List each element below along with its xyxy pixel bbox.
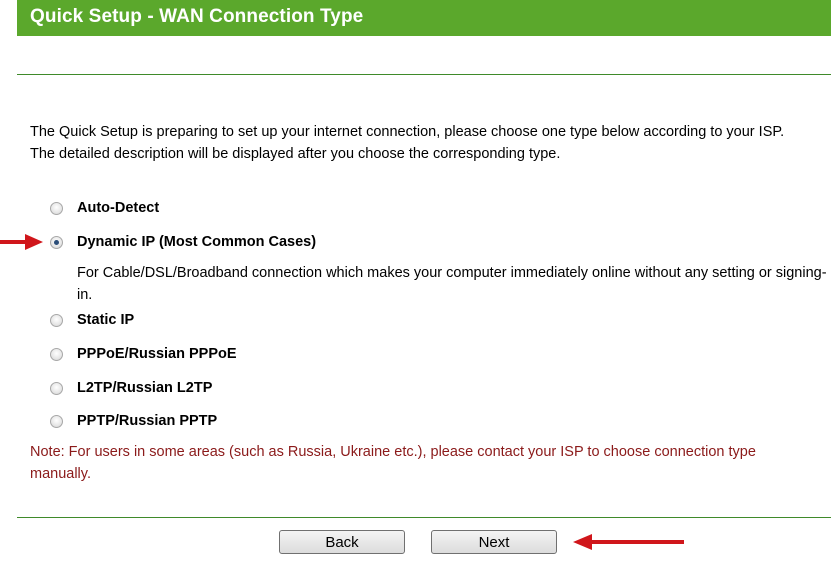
radio-dynamic-ip[interactable] — [50, 235, 63, 249]
option-label: L2TP/Russian L2TP — [77, 380, 213, 396]
next-button[interactable]: Next — [431, 530, 557, 554]
option-l2tp[interactable]: L2TP/Russian L2TP — [50, 378, 212, 398]
option-dynamic-ip[interactable]: Dynamic IP (Most Common Cases) — [50, 232, 316, 252]
red-arrow-icon — [0, 234, 43, 250]
radio-pppoe[interactable] — [50, 347, 63, 361]
option-pppoe[interactable]: PPPoE/Russian PPPoE — [50, 344, 237, 364]
radio-l2tp[interactable] — [50, 381, 63, 395]
option-label: Static IP — [77, 312, 135, 328]
description-line-2: The detailed description will be display… — [30, 146, 561, 162]
option-label: PPTP/Russian PPTP — [77, 413, 218, 429]
option-label: Dynamic IP (Most Common Cases) — [77, 234, 317, 250]
dynamic-ip-description: For Cable/DSL/Broadband connection which… — [77, 265, 827, 303]
option-static-ip[interactable]: Static IP — [50, 310, 134, 330]
back-button[interactable]: Back — [279, 530, 405, 554]
option-label: PPPoE/Russian PPPoE — [77, 346, 237, 362]
radio-static-ip[interactable] — [50, 313, 63, 327]
radio-pptp[interactable] — [50, 414, 63, 428]
option-pptp[interactable]: PPTP/Russian PPTP — [50, 411, 217, 431]
page-title: Quick Setup - WAN Connection Type — [30, 6, 364, 27]
top-divider — [17, 74, 831, 75]
bottom-divider — [17, 517, 831, 518]
red-arrow-icon — [573, 534, 684, 550]
setup-description: The Quick Setup is preparing to set up y… — [30, 121, 825, 165]
option-auto-detect[interactable]: Auto-Detect — [50, 198, 159, 218]
title-bar: Quick Setup - WAN Connection Type — [17, 0, 831, 36]
option-label: Auto-Detect — [77, 200, 160, 216]
isp-note: Note: For users in some areas (such as R… — [30, 444, 756, 482]
radio-auto-detect[interactable] — [50, 201, 63, 215]
description-line-1: The Quick Setup is preparing to set up y… — [30, 124, 785, 140]
